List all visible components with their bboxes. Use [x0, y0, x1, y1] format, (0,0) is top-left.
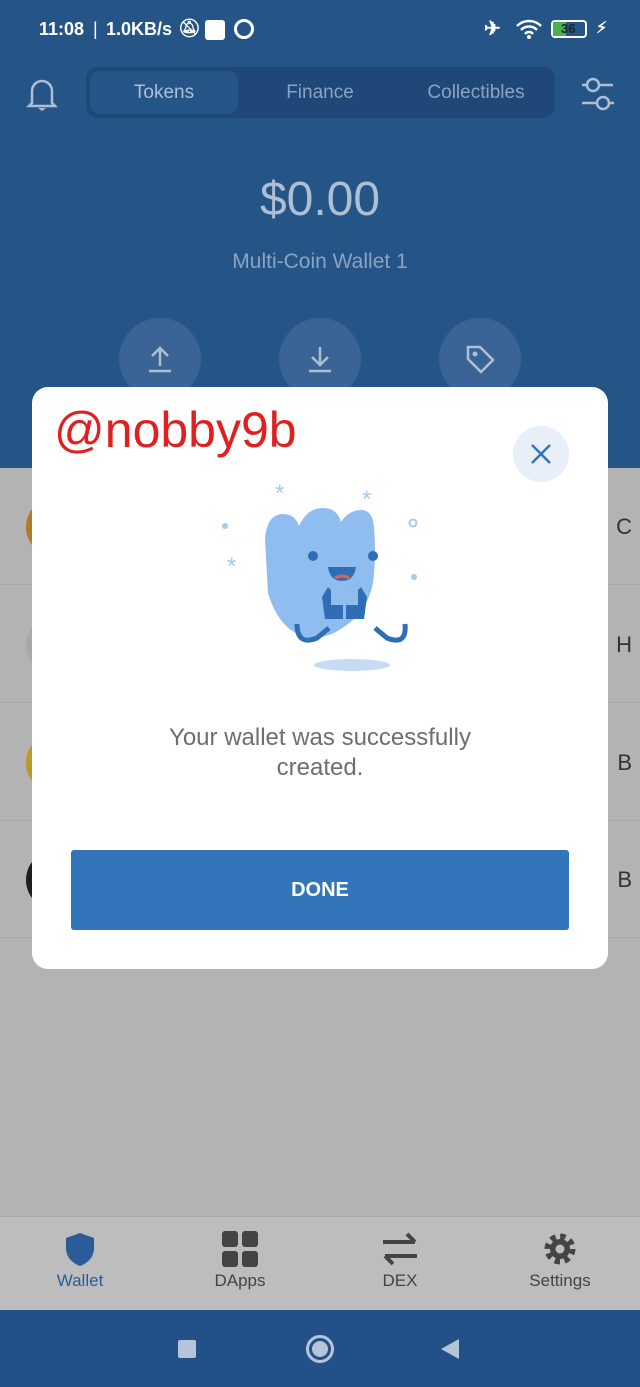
recents-button[interactable] — [178, 1340, 196, 1358]
token-ticker: B — [617, 867, 632, 892]
upload-icon — [149, 346, 171, 373]
tab-collectibles[interactable]: Collectibles — [402, 71, 550, 114]
shield-icon — [66, 1233, 94, 1266]
success-message: Your wallet was successfully created. — [169, 724, 471, 781]
grid-icon — [222, 1231, 258, 1267]
done-button[interactable]: DONE — [71, 850, 569, 930]
tab-tokens[interactable]: Tokens — [90, 71, 238, 114]
tag-icon — [466, 345, 495, 374]
mascot-illustration: * * * — [222, 480, 418, 671]
wallet-name: Multi-Coin Wallet 1 — [232, 250, 408, 273]
token-ticker: C — [616, 514, 632, 539]
nav-dex[interactable]: DEX — [320, 1217, 480, 1311]
system-nav-bar — [0, 1310, 640, 1387]
home-button[interactable] — [306, 1335, 334, 1363]
watermark: @nobby9b — [54, 402, 297, 458]
svg-text:*: * — [227, 553, 236, 580]
bell-icon[interactable] — [24, 75, 60, 113]
status-bar: 11:08 | 1.0KB/s 🔕︎ ✈ 36 ⚡︎ — [39, 18, 608, 40]
tab-selector: Tokens Finance Collectibles — [86, 67, 555, 118]
paytm-icon — [205, 20, 225, 40]
close-button[interactable] — [513, 426, 569, 482]
nav-wallet[interactable]: Wallet — [0, 1217, 160, 1311]
nav-dapps[interactable]: DApps — [160, 1217, 320, 1311]
total-balance: $0.00 — [259, 173, 381, 226]
wallet-created-dialog: @nobby9b * * * Your wallet was successfull… — [32, 387, 608, 969]
swap-icon — [383, 1232, 417, 1266]
status-time: 11:08 — [39, 19, 85, 39]
network-speed: 1.0KB/s — [106, 19, 173, 39]
gear-icon — [544, 1233, 576, 1265]
nav-settings[interactable]: Settings — [480, 1217, 640, 1311]
battery-icon: 36 — [551, 20, 587, 38]
token-ticker: H — [616, 632, 632, 657]
download-icon — [309, 347, 331, 373]
svg-text:*: * — [362, 486, 371, 513]
charging-icon: ⚡︎ — [596, 20, 608, 37]
mute-icon: 🔕︎ — [178, 18, 201, 38]
token-ticker: B — [617, 750, 632, 775]
airplane-icon: ✈ — [484, 18, 501, 40]
back-button[interactable] — [441, 1339, 459, 1359]
close-icon — [531, 444, 551, 464]
tab-finance[interactable]: Finance — [246, 71, 394, 114]
svg-text:*: * — [275, 480, 284, 507]
wifi-icon — [516, 19, 542, 39]
bottom-nav: Wallet DApps DEX Settings — [0, 1216, 640, 1310]
app-icon — [234, 19, 254, 39]
filter-settings-icon[interactable] — [578, 75, 618, 113]
